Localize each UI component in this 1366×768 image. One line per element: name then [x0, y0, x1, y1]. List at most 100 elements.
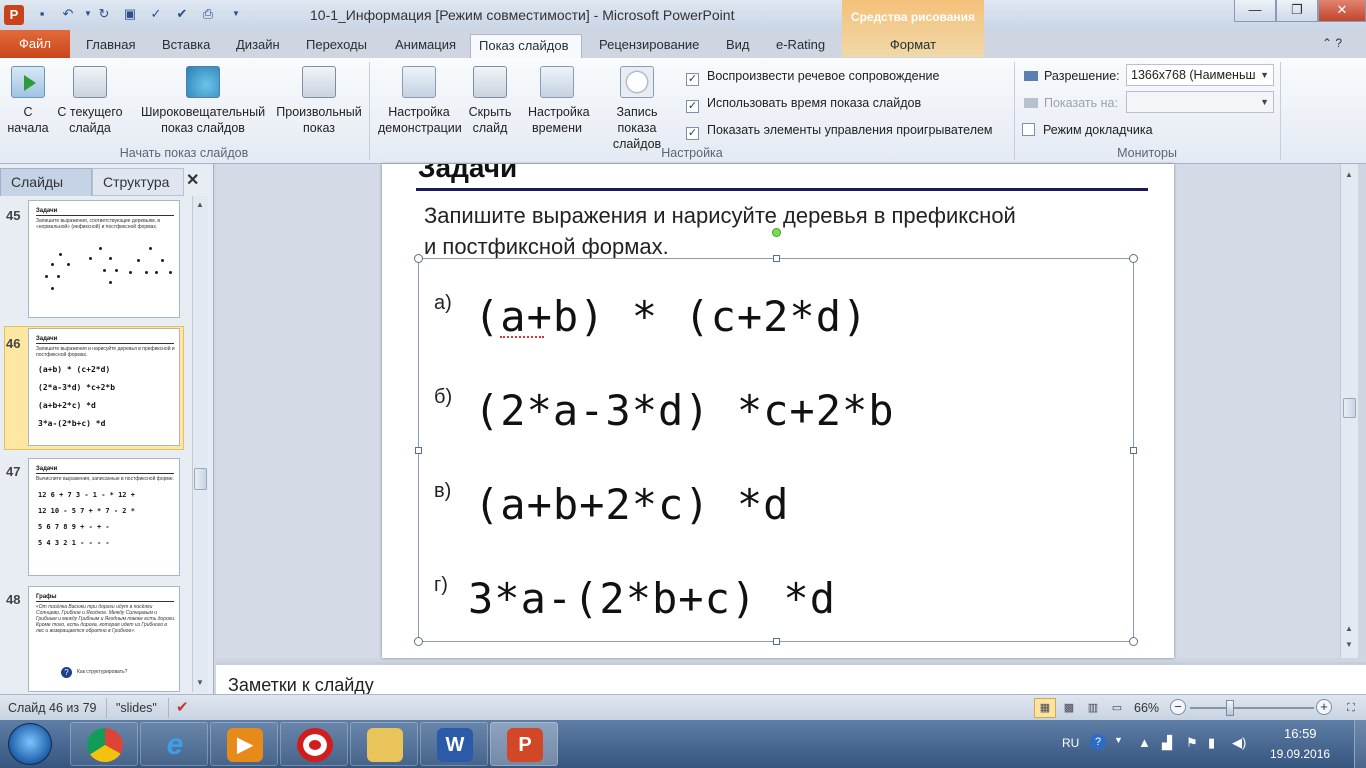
taskbar-media[interactable]: ▶: [210, 722, 278, 766]
customize-toolbar-icon[interactable]: ▼: [228, 6, 244, 22]
taskbar-powerpoint[interactable]: P: [490, 722, 558, 766]
clock-date[interactable]: 19.09.2016: [1270, 747, 1330, 761]
tab-animation[interactable]: Анимация: [387, 34, 464, 58]
slide-title[interactable]: Задачи: [418, 164, 517, 184]
close-button[interactable]: ✕: [1318, 0, 1366, 22]
close-pane-icon[interactable]: ✕: [186, 170, 199, 190]
scrollbar-thumb[interactable]: [1343, 398, 1356, 418]
show-desktop-button[interactable]: [1354, 720, 1366, 768]
setup-show-button[interactable]: Настройка демонстрации: [374, 66, 464, 136]
spelling-icon[interactable]: ✔: [174, 6, 190, 22]
network-icon[interactable]: ▟: [1162, 735, 1172, 751]
tab-design[interactable]: Дизайн: [228, 34, 288, 58]
volume-icon[interactable]: ◀): [1232, 735, 1246, 751]
undo-dropdown-icon[interactable]: ▼: [80, 6, 96, 22]
rotation-handle[interactable]: [772, 228, 781, 237]
undo-icon[interactable]: ↶: [60, 6, 76, 22]
narration-checkbox[interactable]: ✓ Воспроизвести речевое сопровождение: [686, 68, 939, 86]
tab-outline[interactable]: Структура: [92, 168, 184, 196]
resize-handle[interactable]: [1129, 254, 1138, 263]
resize-handle[interactable]: [773, 638, 780, 645]
from-start-button[interactable]: С начала: [6, 66, 50, 136]
slide-instruction-text[interactable]: Запишите выражения и нарисуйте деревья в…: [424, 200, 1024, 262]
help-icon[interactable]: ⌃ ?: [1322, 36, 1342, 50]
resize-handle[interactable]: [414, 254, 423, 263]
tab-erating[interactable]: e-Rating: [768, 34, 833, 58]
powerpoint-app-icon[interactable]: P: [4, 5, 24, 25]
resize-handle[interactable]: [415, 447, 422, 454]
tab-view[interactable]: Вид: [718, 34, 758, 58]
zoom-out-icon[interactable]: −: [1170, 699, 1186, 715]
custom-show-button[interactable]: Произвольный показ: [272, 66, 366, 136]
chevron-down-icon[interactable]: ▼: [1114, 735, 1123, 745]
slide-canvas[interactable]: Задачи Запишите выражения и нарисуйте де…: [382, 164, 1174, 658]
flag-icon[interactable]: ⚑: [1186, 735, 1198, 751]
tab-slides[interactable]: Слайды: [0, 168, 92, 196]
slide-scrollbar[interactable]: ▲ ▲ ▼: [1340, 164, 1358, 658]
record-show-button[interactable]: Запись показа слайдов: [592, 66, 682, 152]
tab-home[interactable]: Главная: [78, 34, 143, 58]
zoom-slider-track[interactable]: [1190, 707, 1314, 709]
zoom-level[interactable]: 66%: [1134, 701, 1159, 715]
scrollbar-thumb[interactable]: [194, 468, 207, 490]
fit-to-window-icon[interactable]: ⛶: [1340, 698, 1362, 718]
print-icon[interactable]: ⎙: [200, 6, 216, 22]
slides-pane-scrollbar[interactable]: ▲ ▼: [192, 196, 208, 692]
check-icon[interactable]: ✓: [148, 6, 164, 22]
slide-thumbnail-48[interactable]: Графы «От посёлка Васюки три дороги идут…: [28, 586, 180, 692]
tab-slideshow[interactable]: Показ слайдов: [470, 34, 582, 58]
normal-view-icon[interactable]: ▦: [1034, 698, 1056, 718]
taskbar-explorer[interactable]: [350, 722, 418, 766]
minimize-button[interactable]: —: [1234, 0, 1276, 22]
slide-thumbnail-46[interactable]: Задачи Запишите выражения и нарисуйте де…: [28, 328, 180, 446]
zoom-in-icon[interactable]: +: [1316, 699, 1332, 715]
resize-handle[interactable]: [1130, 447, 1137, 454]
battery-icon[interactable]: ▮: [1208, 735, 1215, 751]
resize-handle[interactable]: [1129, 637, 1138, 646]
taskbar-word[interactable]: W: [420, 722, 488, 766]
zoom-slider-knob[interactable]: [1226, 700, 1234, 716]
spellcheck-icon[interactable]: ✔: [176, 698, 189, 716]
taskbar-chrome[interactable]: [70, 722, 138, 766]
resolution-select[interactable]: 1366x768 (Наименьшее) ▼: [1126, 64, 1274, 86]
presenter-view-checkbox[interactable]: Режим докладчика: [1022, 122, 1153, 138]
language-indicator[interactable]: RU: [1062, 736, 1079, 750]
tab-format[interactable]: Формат: [842, 34, 984, 56]
clock-time[interactable]: 16:59: [1284, 726, 1317, 741]
next-slide-icon[interactable]: ▼: [1345, 640, 1353, 649]
scroll-up-icon[interactable]: ▲: [196, 200, 204, 209]
taskbar-opera[interactable]: [280, 722, 348, 766]
taskbar-ie[interactable]: e: [140, 722, 208, 766]
scroll-up-icon[interactable]: ▲: [1345, 170, 1353, 179]
use-timings-checkbox[interactable]: ✓ Использовать время показа слайдов: [686, 95, 921, 113]
checkbox-checked-icon[interactable]: ✓: [686, 127, 699, 140]
show-hidden-icons-icon[interactable]: ▲: [1138, 735, 1151, 750]
rehearse-timings-button[interactable]: Настройка времени: [522, 66, 592, 136]
restore-button[interactable]: ❐: [1276, 0, 1318, 22]
start-button[interactable]: [8, 723, 52, 765]
slide-thumbnail-47[interactable]: Задачи Вычислите выражения, записанные в…: [28, 458, 180, 576]
slideshow-view-icon[interactable]: ▭: [1106, 698, 1128, 718]
slide-sorter-icon[interactable]: ▩: [1058, 698, 1080, 718]
notes-placeholder[interactable]: Заметки к слайду: [228, 675, 374, 696]
tab-insert[interactable]: Вставка: [154, 34, 218, 58]
checkbox-checked-icon[interactable]: ✓: [686, 100, 699, 113]
checkbox-checked-icon[interactable]: ✓: [686, 73, 699, 86]
checkbox-unchecked-icon[interactable]: [1022, 123, 1035, 136]
previous-slide-icon[interactable]: ▲: [1345, 624, 1353, 633]
from-current-button[interactable]: С текущего слайда: [54, 66, 126, 136]
save-icon[interactable]: ▪: [34, 6, 50, 22]
notes-pane[interactable]: Заметки к слайду: [216, 662, 1366, 696]
slideshow-icon[interactable]: ▣: [122, 6, 138, 22]
resize-handle[interactable]: [414, 637, 423, 646]
tab-transitions[interactable]: Переходы: [298, 34, 375, 58]
hide-slide-button[interactable]: Скрыть слайд: [466, 66, 514, 136]
resize-handle[interactable]: [773, 255, 780, 262]
reading-view-icon[interactable]: ▥: [1082, 698, 1104, 718]
tab-review[interactable]: Рецензирование: [591, 34, 707, 58]
scroll-down-icon[interactable]: ▼: [196, 678, 204, 687]
slide-thumbnail-45[interactable]: Задачи Запишите выражения, соответствующ…: [28, 200, 180, 318]
redo-icon[interactable]: ↻: [96, 6, 112, 22]
help-tray-icon[interactable]: ?: [1090, 734, 1106, 750]
broadcast-button[interactable]: Широковещательный показ слайдов: [136, 66, 270, 136]
